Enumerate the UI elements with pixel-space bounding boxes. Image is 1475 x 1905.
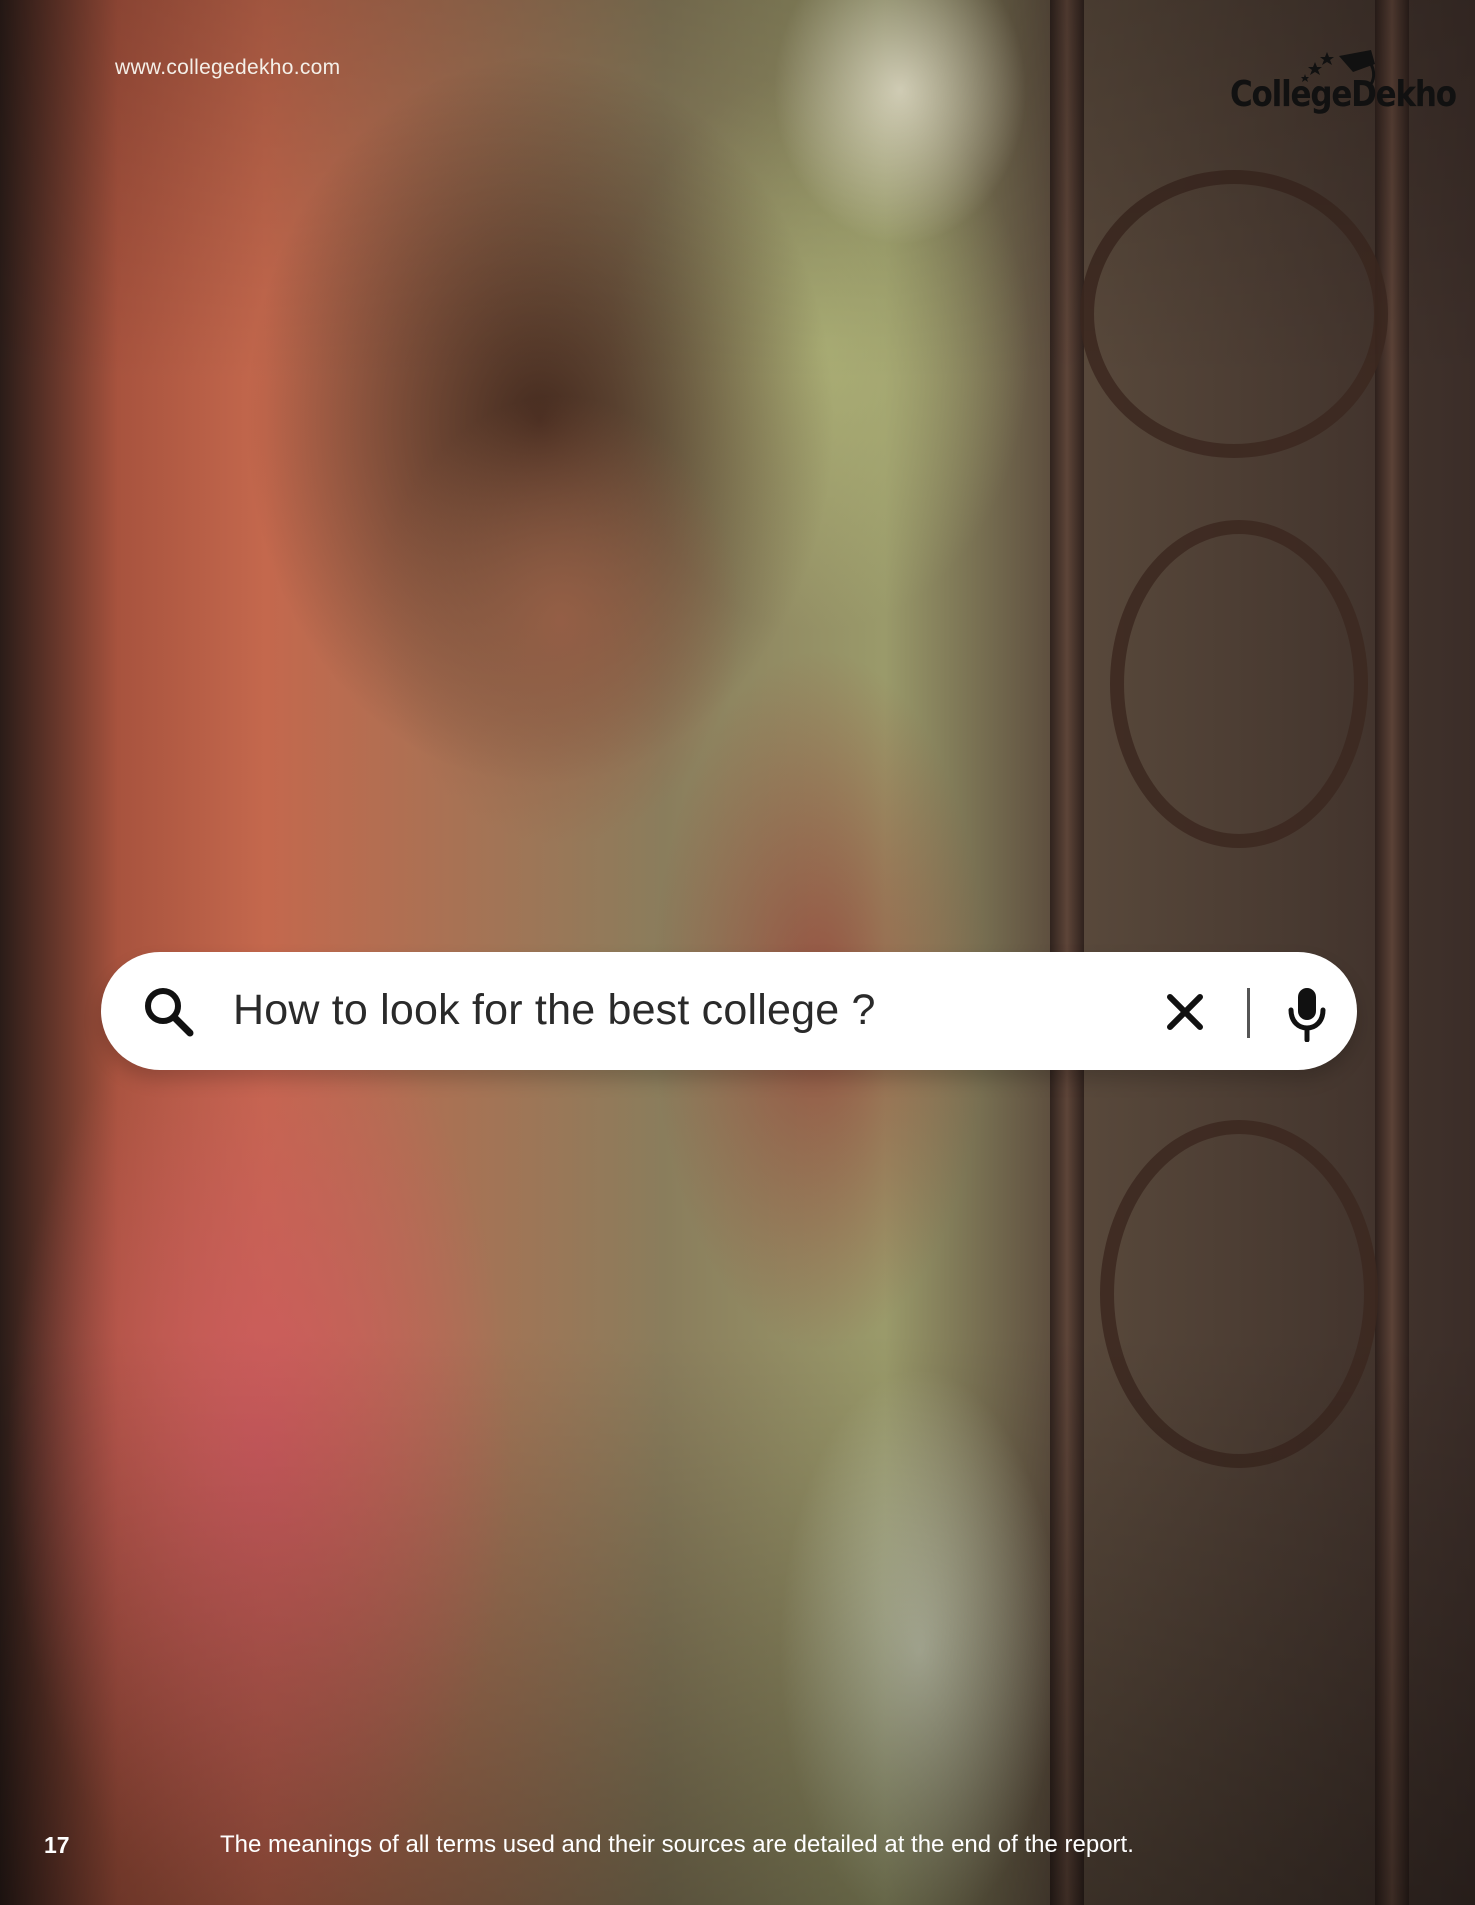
page-number: 17 (44, 1832, 70, 1858)
search-bar[interactable]: How to look for the best college ? (101, 952, 1357, 1070)
microphone-icon[interactable] (1285, 986, 1329, 1042)
logo-wordmark: CollegeDekho (1230, 74, 1457, 116)
close-icon[interactable] (1165, 992, 1205, 1032)
search-divider (1247, 988, 1250, 1038)
search-input[interactable]: How to look for the best college ? (233, 986, 876, 1035)
website-url: www.collegedekho.com (115, 56, 341, 79)
collegedekho-logo: CollegeDekho (1225, 44, 1457, 116)
footnote: The meanings of all terms used and their… (220, 1831, 1134, 1858)
search-icon[interactable] (141, 984, 197, 1040)
